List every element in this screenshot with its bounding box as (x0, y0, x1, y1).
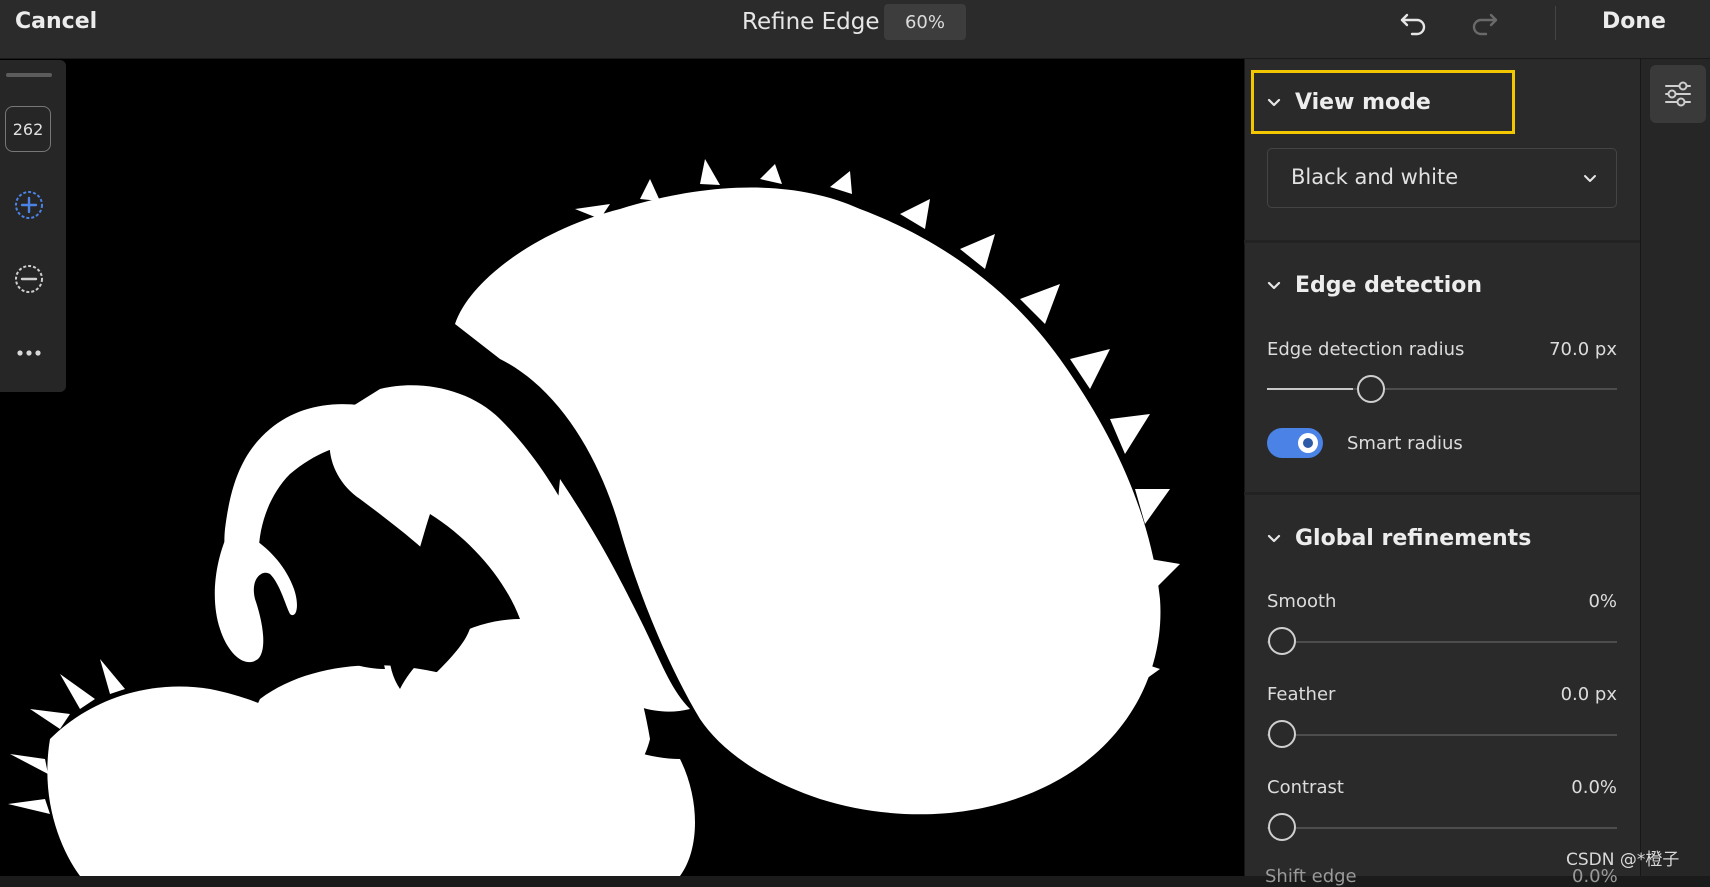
add-brush-icon[interactable] (12, 188, 46, 222)
section-title: View mode (1295, 90, 1431, 115)
image-canvas[interactable] (0, 59, 1244, 876)
smooth-slider[interactable] (1267, 641, 1617, 643)
watermark: CSDN @*橙子 (1566, 850, 1680, 870)
drag-handle[interactable] (6, 73, 52, 77)
dropdown-value: Black and white (1291, 165, 1459, 189)
adjustments-button[interactable] (1650, 65, 1706, 123)
section-title: Edge detection (1295, 273, 1483, 298)
slider-thumb[interactable] (1357, 375, 1385, 403)
feather-value: 0.0 px (1560, 684, 1617, 705)
feather-label: Feather (1267, 684, 1336, 705)
contrast-value: 0.0% (1571, 777, 1617, 798)
smart-radius-label: Smart radius (1347, 433, 1463, 454)
contrast-label: Contrast (1267, 777, 1344, 798)
undo-icon[interactable] (1398, 7, 1430, 39)
slider-thumb[interactable] (1268, 720, 1296, 748)
subtract-brush-icon[interactable] (12, 262, 46, 296)
top-bar: Cancel Refine Edge 60% Done (0, 0, 1710, 59)
section-title: Global refinements (1295, 526, 1532, 551)
slider-thumb[interactable] (1268, 813, 1296, 841)
smart-radius-toggle[interactable] (1267, 428, 1323, 458)
edge-radius-label: Edge detection radius (1267, 339, 1465, 360)
page-title: Refine Edge (742, 9, 880, 35)
section-global-refinements[interactable]: Global refinements (1265, 526, 1531, 551)
smooth-value: 0% (1588, 591, 1617, 612)
done-button[interactable]: Done (1602, 9, 1666, 34)
chevron-down-icon (1267, 281, 1281, 289)
chevron-down-icon (1584, 175, 1596, 182)
section-divider (1244, 240, 1640, 243)
chevron-down-icon (1267, 98, 1281, 106)
brush-size-button[interactable]: 262 (5, 106, 51, 152)
contrast-slider[interactable] (1267, 827, 1617, 829)
more-icon[interactable] (12, 336, 46, 370)
slider-thumb[interactable] (1268, 627, 1296, 655)
mask-preview-image (8, 159, 1180, 876)
redo-icon[interactable] (1468, 7, 1500, 39)
smooth-label: Smooth (1267, 591, 1337, 612)
feather-slider[interactable] (1267, 734, 1617, 736)
sliders-icon (1665, 81, 1691, 107)
edge-radius-value: 70.0 px (1549, 339, 1617, 360)
section-view-mode[interactable]: View mode (1265, 90, 1431, 115)
toolbar-divider (1555, 6, 1556, 40)
cancel-button[interactable]: Cancel (15, 9, 97, 34)
right-sidebar (1640, 59, 1710, 876)
shift-edge-label: Shift edge (1265, 866, 1357, 887)
view-mode-dropdown[interactable]: Black and white (1267, 148, 1617, 208)
left-toolbar: 262 (0, 60, 66, 392)
zoom-level[interactable]: 60% (884, 4, 966, 40)
section-divider (1244, 492, 1640, 495)
section-edge-detection[interactable]: Edge detection (1265, 273, 1482, 298)
chevron-down-icon (1267, 534, 1281, 542)
slider-fill (1267, 388, 1353, 390)
